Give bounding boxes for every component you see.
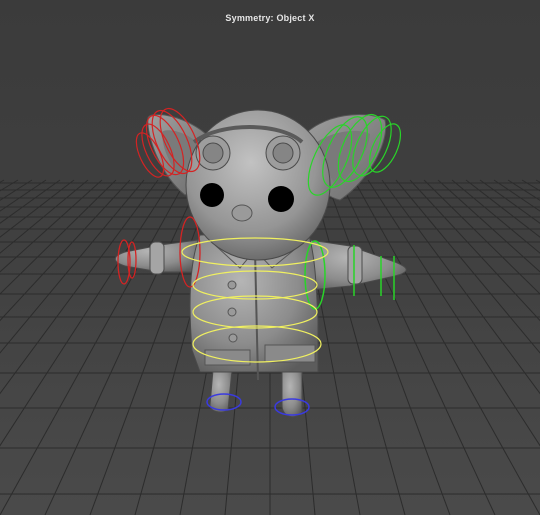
grid-line — [311, 179, 406, 515]
grid-line — [339, 179, 496, 515]
grid-line — [0, 179, 47, 212]
grid-line — [0, 179, 75, 238]
symmetry-indicator: Symmetry: Object X — [225, 13, 315, 23]
grid-line — [437, 179, 540, 273]
grid-line — [367, 179, 540, 447]
3d-viewport[interactable]: Symmetry: Object X — [0, 0, 540, 515]
grid-line — [423, 179, 540, 295]
grid-line — [0, 179, 5, 183]
grid-line — [325, 179, 451, 515]
grid-line — [44, 179, 201, 515]
grid-line — [0, 179, 89, 254]
grid-line — [0, 179, 159, 395]
grid-line — [0, 179, 103, 273]
grid-line — [465, 179, 540, 238]
grid-line — [381, 179, 540, 395]
grid-line — [0, 179, 117, 295]
grid-line — [0, 179, 173, 447]
grid-line — [535, 179, 540, 183]
grid-line — [451, 179, 540, 254]
grid-line — [493, 179, 540, 212]
viewport-canvas[interactable] — [0, 0, 540, 515]
